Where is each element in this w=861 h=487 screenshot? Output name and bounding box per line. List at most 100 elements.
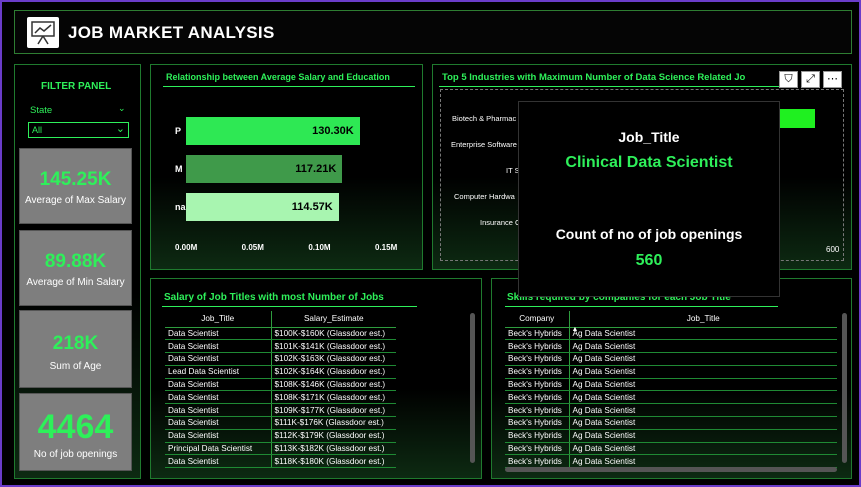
table-cell: Lead Data Scientist [165, 365, 271, 379]
table-cell: Data Scientist [165, 403, 271, 418]
industry-label: Enterprise Software [451, 140, 517, 149]
table-cell: Ag Data Scientist [568, 442, 837, 456]
table-cell: Beck's Hybrids [505, 454, 569, 469]
table-cell: Beck's Hybrids [505, 403, 569, 418]
kpi-value: 145.25K [39, 169, 112, 190]
category-label: P [175, 126, 182, 136]
kpi-value: 89.88K [44, 251, 107, 272]
table-cell: $108K-$171K (Glassdoor est.) [270, 390, 396, 405]
state-dropdown[interactable]: All ⌄ [28, 122, 129, 138]
skills-table: Company Job_Title ▲ Beck's Hybrids Ag Dat… [505, 311, 837, 469]
industry-bar[interactable] [779, 109, 815, 128]
tooltip-value: 560 [635, 252, 663, 269]
table-cell: Data Scientist [165, 390, 271, 405]
table-row[interactable]: Beck's Hybrids Ag Data Scientist [505, 429, 837, 443]
table-row[interactable]: Data Scientist $111K-$176K (Glassdoor est… [165, 416, 396, 430]
table-cell: Ag Data Scientist [568, 403, 837, 418]
salary-table-panel: Salary of Job Titles with most Number of… [150, 278, 482, 479]
tooltip-key: Count of no of job openings [555, 226, 743, 242]
chart-tooltip: Job_Title Clinical Data Scientist Count … [518, 101, 780, 297]
table-cell: $101K-$141K (Glassdoor est.) [270, 339, 396, 354]
table-cell: Ag Data Scientist [568, 352, 837, 366]
table-row[interactable]: Principal Data Scientist $113K-$182K (Gla… [165, 442, 396, 456]
tooltip-value: Clinical Data Scientist [565, 154, 733, 171]
table-cell: Data Scientist [165, 429, 271, 443]
table-cell: Beck's Hybrids [505, 365, 569, 379]
horizontal-scrollbar[interactable] [505, 467, 837, 472]
table-cell: Beck's Hybrids [505, 378, 569, 392]
state-dropdown-value: All [32, 125, 43, 135]
table-cell: Beck's Hybrids [505, 390, 569, 405]
table-cell: Data Scientist [165, 416, 271, 430]
chevron-down-icon[interactable]: ⌄ [118, 103, 126, 114]
title-underline [163, 86, 415, 87]
table-row[interactable]: Data Scientist $118K-$180K (Glassdoor est… [165, 454, 396, 469]
table-cell: Data Scientist [165, 352, 271, 366]
table-row[interactable]: Beck's Hybrids Ag Data Scientist [505, 442, 837, 456]
table-row[interactable]: Beck's Hybrids Ag Data Scientist [505, 390, 837, 405]
table-cell: Ag Data Scientist [568, 327, 837, 341]
more-options-icon[interactable]: ⋯ [823, 71, 842, 88]
table-row[interactable]: Lead Data Scientist $102K-$164K (Glassdoo… [165, 365, 396, 379]
table-cell: Principal Data Scientist [165, 442, 271, 456]
table-row[interactable]: Beck's Hybrids Ag Data Scientist [505, 327, 837, 341]
header-bar: JOB MARKET ANALYSIS [14, 10, 852, 54]
table-row[interactable]: Beck's Hybrids Ag Data Scientist [505, 378, 837, 392]
column-header-company[interactable]: Company [505, 311, 569, 328]
table-row[interactable]: Data Scientist $101K-$141K (Glassdoor est… [165, 339, 396, 354]
table-cell: Beck's Hybrids [505, 327, 569, 341]
table-cell: $102K-$164K (Glassdoor est.) [270, 365, 396, 379]
table-cell: Data Scientist [165, 327, 271, 341]
table-row[interactable]: Data Scientist $112K-$179K (Glassdoor est… [165, 429, 396, 443]
focus-mode-icon[interactable]: ⤢ [801, 71, 820, 88]
salary-education-title: Relationship between Average Salary and … [166, 72, 390, 82]
x-tick-label: 0.15M [375, 243, 398, 252]
column-header-salary-estimate[interactable]: Salary_Estimate [270, 311, 396, 328]
industries-title: Top 5 Industries with Maximum Number of … [442, 72, 746, 83]
kpi-label: No of job openings [33, 449, 118, 460]
table-row[interactable]: Data Scientist $108K-$146K (Glassdoor est… [165, 378, 396, 392]
table-cell: Beck's Hybrids [505, 339, 569, 354]
table-cell: $112K-$179K (Glassdoor est.) [270, 429, 396, 443]
bar[interactable]: 130.30K [186, 117, 360, 145]
table-cell: Beck's Hybrids [505, 442, 569, 456]
column-header-job-title[interactable]: Job_Title [165, 311, 271, 328]
kpi-label: Average of Min Salary [26, 277, 125, 288]
kpi-label: Average of Max Salary [25, 195, 126, 206]
filter-panel-title: FILTER PANEL [41, 81, 112, 92]
kpi-card-max-salary: 145.25K Average of Max Salary [19, 148, 132, 224]
table-row[interactable]: Data Scientist $108K-$171K (Glassdoor est… [165, 390, 396, 405]
kpi-label: Sum of Age [49, 361, 102, 372]
kpi-card-sum-age: 218K Sum of Age [19, 310, 132, 388]
table-cell: Ag Data Scientist [568, 378, 837, 392]
kpi-value: 218K [52, 333, 99, 354]
analytics-presentation-icon [27, 17, 59, 48]
table-cell: $109K-$177K (Glassdoor est.) [270, 403, 396, 418]
sort-ascending-icon[interactable]: ▲ [572, 326, 579, 333]
table-cell: Data Scientist [165, 378, 271, 392]
table-row[interactable]: Beck's Hybrids Ag Data Scientist [505, 454, 837, 469]
table-row[interactable]: Beck's Hybrids Ag Data Scientist [505, 416, 837, 430]
tooltip-key: Job_Title [618, 129, 680, 145]
table-row[interactable]: Beck's Hybrids Ag Data Scientist [505, 352, 837, 366]
bar[interactable]: 117.21K [186, 155, 343, 183]
salary-table: Job_Title Salary_Estimate Data Scientist… [165, 311, 396, 469]
table-cell: Ag Data Scientist [568, 390, 837, 405]
table-row[interactable]: Beck's Hybrids Ag Data Scientist [505, 365, 837, 379]
title-underline [162, 306, 417, 307]
vertical-scrollbar[interactable] [470, 313, 475, 463]
filter-icon[interactable]: ⛉ [779, 71, 798, 88]
chevron-down-icon: ⌄ [115, 123, 125, 135]
table-row[interactable]: Data Scientist $102K-$163K (Glassdoor est… [165, 352, 396, 366]
salary-education-panel: Relationship between Average Salary and … [150, 64, 423, 270]
x-tick-label: 0.10M [308, 243, 331, 252]
table-row[interactable]: Beck's Hybrids Ag Data Scientist [505, 403, 837, 418]
column-header-job-title[interactable]: Job_Title ▲ [568, 311, 837, 333]
state-label: State [30, 105, 53, 116]
table-row[interactable]: Beck's Hybrids Ag Data Scientist [505, 339, 837, 354]
bar[interactable]: 114.57K [186, 193, 339, 221]
table-row[interactable]: Data Scientist $100K-$160K (Glassdoor est… [165, 327, 396, 341]
vertical-scrollbar[interactable] [842, 313, 847, 463]
table-cell: $113K-$182K (Glassdoor est.) [270, 442, 396, 456]
table-row[interactable]: Data Scientist $109K-$177K (Glassdoor est… [165, 403, 396, 418]
